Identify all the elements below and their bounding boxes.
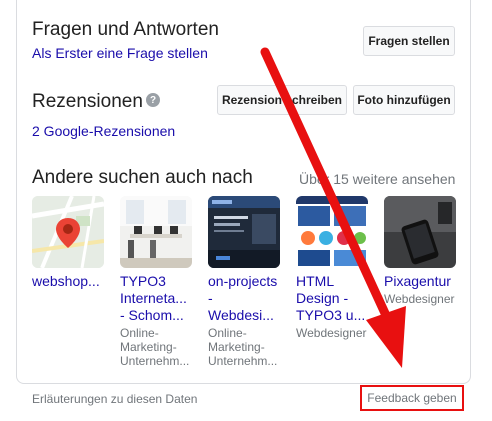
map-thumbnail-icon <box>32 196 104 268</box>
related-place-name: HTML Design - TYPO3 u... <box>296 273 366 323</box>
dark-web-screenshot-icon <box>208 196 280 268</box>
feedback-link[interactable]: Feedback geben <box>360 385 464 411</box>
also-searched-title: Andere suchen auch nach <box>32 167 253 188</box>
related-place-name: on-projects - Webdesi... <box>208 273 278 323</box>
qa-title: Fragen und Antworten <box>32 19 219 40</box>
related-place-category: Webdesigner <box>296 326 367 340</box>
phone-desk-photo-icon <box>384 196 456 268</box>
related-place-category: Webdesigner <box>384 292 455 306</box>
related-place-tile[interactable]: HTML Design - TYPO3 u... Webdesigner <box>296 196 368 340</box>
ask-question-button[interactable]: Fragen stellen <box>363 26 455 56</box>
related-place-tile[interactable]: webshop... <box>32 196 104 292</box>
related-place-name: webshop... <box>32 273 100 289</box>
data-info-link[interactable]: Erläuterungen zu diesen Daten <box>32 392 197 406</box>
add-photo-button[interactable]: Foto hinzufügen <box>353 85 455 115</box>
related-place-name: TYPO3 Interneta... - Schom... <box>120 273 187 323</box>
see-more-link[interactable]: Über 15 weitere ansehen <box>299 171 455 187</box>
office-photo-icon <box>120 196 192 268</box>
write-review-button[interactable]: Rezension schreiben <box>217 85 347 115</box>
related-place-tile[interactable]: on-projects - Webdesi... Online-Marketin… <box>208 196 280 368</box>
google-reviews-link[interactable]: 2 Google-Rezensionen <box>32 123 175 139</box>
related-place-tile[interactable]: Pixagentur Webdesigner <box>384 196 456 306</box>
ask-first-question-link[interactable]: Als Erster eine Frage stellen <box>32 45 208 61</box>
reviews-title: Rezensionen <box>32 91 143 112</box>
help-icon[interactable]: ? <box>146 93 160 107</box>
related-place-category: Online-Marketing-Unternehm... <box>120 326 190 368</box>
web-collage-icon <box>296 196 368 268</box>
related-place-name: Pixagentur <box>384 273 451 289</box>
related-place-category: Online-Marketing-Unternehm... <box>208 326 278 368</box>
related-place-tile[interactable]: TYPO3 Interneta... - Schom... Online-Mar… <box>120 196 192 368</box>
